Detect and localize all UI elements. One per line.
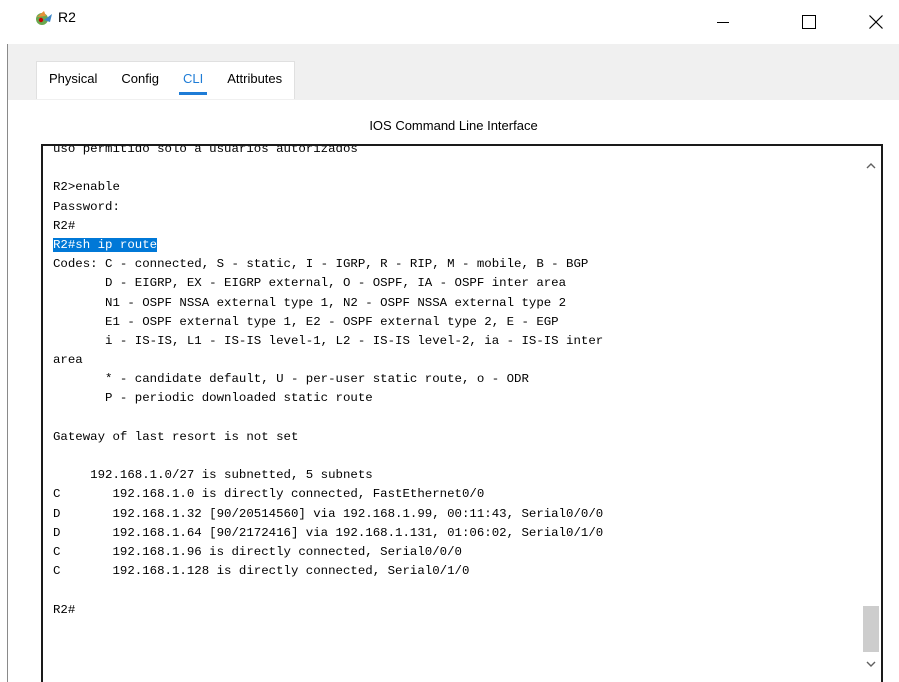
scroll-thumb[interactable] — [863, 606, 879, 652]
terminal-line: R2#sh ip route — [53, 236, 853, 255]
terminal-line: R2>enable — [53, 180, 120, 195]
terminal-line: N1 - OSPF NSSA external type 1, N2 - OSP… — [53, 295, 567, 310]
packet-tracer-router-icon — [36, 11, 52, 25]
scroll-up-icon[interactable] — [865, 160, 877, 172]
cli-terminal[interactable]: uso permitido solo a usuarios autorizado… — [41, 144, 883, 682]
terminal-line: Password: — [53, 199, 120, 214]
terminal-output[interactable]: uso permitido solo a usuarios autorizado… — [53, 144, 853, 620]
terminal-line: R2# — [53, 218, 76, 233]
minimize-button[interactable] — [700, 0, 746, 44]
window-title: R2 — [58, 9, 76, 25]
tab-physical[interactable]: Physical — [37, 62, 109, 100]
terminal-line: uso permitido solo a usuarios autorizado… — [53, 144, 358, 156]
tab-strip: Physical Config CLI Attributes — [8, 44, 899, 100]
scroll-down-icon[interactable] — [865, 658, 877, 670]
terminal-line: D 192.168.1.32 [90/20514560] via 192.168… — [53, 506, 604, 521]
terminal-line: Gateway of last resort is not set — [53, 429, 299, 444]
vertical-scrollbar[interactable] — [861, 146, 881, 682]
terminal-line: area — [53, 353, 83, 368]
terminal-line: D 192.168.1.64 [90/2172416] via 192.168.… — [53, 525, 604, 540]
tab-cli[interactable]: CLI — [171, 62, 215, 100]
title-bar: R2 — [0, 0, 899, 44]
terminal-line: * - candidate default, U - per-user stat… — [53, 372, 529, 387]
terminal-line: Codes: C - connected, S - static, I - IG… — [53, 257, 589, 272]
terminal-line: P - periodic downloaded static route — [53, 391, 373, 406]
tab-config[interactable]: Config — [109, 62, 171, 100]
terminal-line: 192.168.1.0/27 is subnetted, 5 subnets — [53, 468, 373, 483]
maximize-icon — [802, 15, 816, 29]
minimize-icon — [717, 22, 729, 23]
close-button[interactable] — [853, 0, 899, 44]
terminal-line: E1 - OSPF external type 1, E2 - OSPF ext… — [53, 314, 559, 329]
terminal-line: i - IS-IS, L1 - IS-IS level-1, L2 - IS-I… — [53, 333, 604, 348]
maximize-button[interactable] — [786, 0, 832, 44]
tab-bar: Physical Config CLI Attributes — [36, 61, 296, 100]
close-icon — [869, 15, 883, 29]
terminal-line: C 192.168.1.96 is directly connected, Se… — [53, 544, 462, 559]
selected-text[interactable]: R2#sh ip route — [53, 237, 158, 252]
terminal-line: C 192.168.1.128 is directly connected, S… — [53, 564, 470, 579]
terminal-line: D - EIGRP, EX - EIGRP external, O - OSPF… — [53, 276, 567, 291]
terminal-line: R2# — [53, 602, 76, 617]
panel-title: IOS Command Line Interface — [369, 118, 538, 133]
tab-attributes[interactable]: Attributes — [215, 62, 294, 100]
terminal-line: C 192.168.1.0 is directly connected, Fas… — [53, 487, 485, 502]
